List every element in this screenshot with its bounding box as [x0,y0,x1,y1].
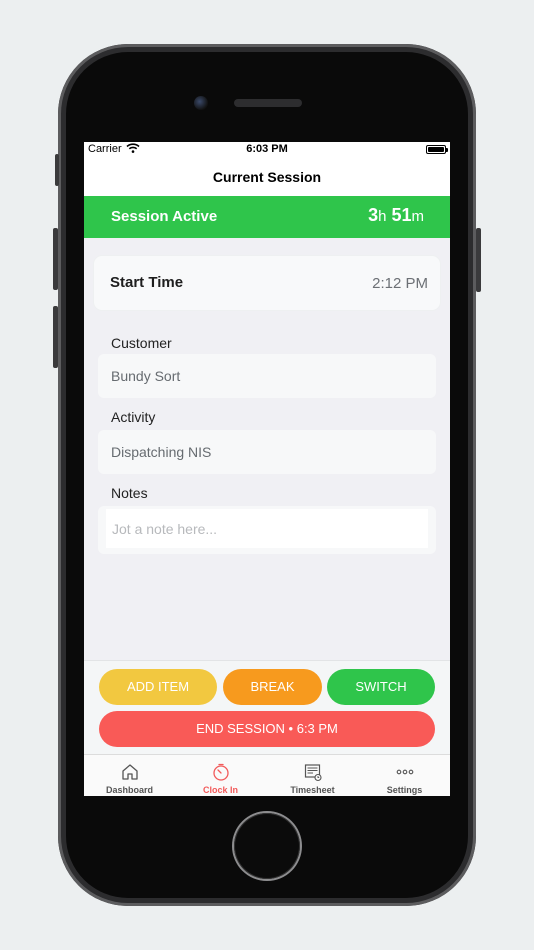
add-item-button[interactable]: ADD ITEM [99,669,217,705]
activity-value: Dispatching NIS [111,444,212,460]
app-screen: Carrier 6:03 PM Current Session Session … [84,142,450,796]
duration-minutes: 51 [391,205,412,225]
start-time-label: Start Time [110,274,184,291]
tab-timesheet[interactable]: Timesheet [267,755,358,796]
session-status-label: Session Active [111,208,218,225]
nav-bar: Current Session [84,158,450,196]
session-status-banner: Session Active 3h 51m [84,196,450,238]
duration-hours-unit: h [378,208,387,225]
notes-label: Notes [111,485,148,501]
tab-clock-in-label: Clock In [202,785,238,795]
customer-field[interactable]: Bundy Sort [98,354,436,398]
start-time-card[interactable]: Start Time 2:12 PM [94,256,440,310]
break-button[interactable]: BREAK [223,669,322,705]
start-time-value: 2:12 PM [372,275,428,292]
home-button[interactable] [234,813,300,879]
tab-bar: Dashboard Clock In Timesheet Settings [84,754,450,796]
timesheet-icon [304,764,322,782]
tab-timesheet-label: Timesheet [290,785,335,795]
notes-input[interactable] [106,509,428,548]
activity-field[interactable]: Dispatching NIS [98,430,436,474]
status-bar: Carrier 6:03 PM [84,142,450,158]
tab-dashboard-label: Dashboard [105,785,153,795]
status-time: 6:03 PM [246,143,288,155]
tab-settings[interactable]: Settings [359,755,450,796]
end-session-button[interactable]: END SESSION • 6:3 PM [99,711,435,747]
session-actions: ADD ITEM BREAK SWITCH END SESSION • 6:3 … [84,660,450,754]
activity-label: Activity [111,409,156,425]
ellipsis-icon [396,769,413,775]
tab-settings-label: Settings [386,785,423,795]
house-icon [121,764,138,780]
battery-icon [426,145,448,154]
volume-down-button [53,306,58,368]
duration-hours: 3 [368,205,379,225]
switch-button[interactable]: SWITCH [327,669,435,705]
notes-container [98,506,436,554]
page-title: Current Session [212,169,322,185]
mute-switch [55,154,59,186]
session-duration: 3h 51m [368,205,424,226]
front-camera [194,96,208,110]
power-button [476,228,481,292]
customer-label: Customer [111,335,172,351]
stopwatch-icon [212,763,229,781]
earpiece-speaker [234,99,302,107]
customer-value: Bundy Sort [111,368,181,384]
duration-minutes-unit: m [411,208,425,225]
volume-up-button [53,228,58,290]
tab-clock-in[interactable]: Clock In [175,755,266,796]
tab-dashboard[interactable]: Dashboard [84,755,175,796]
